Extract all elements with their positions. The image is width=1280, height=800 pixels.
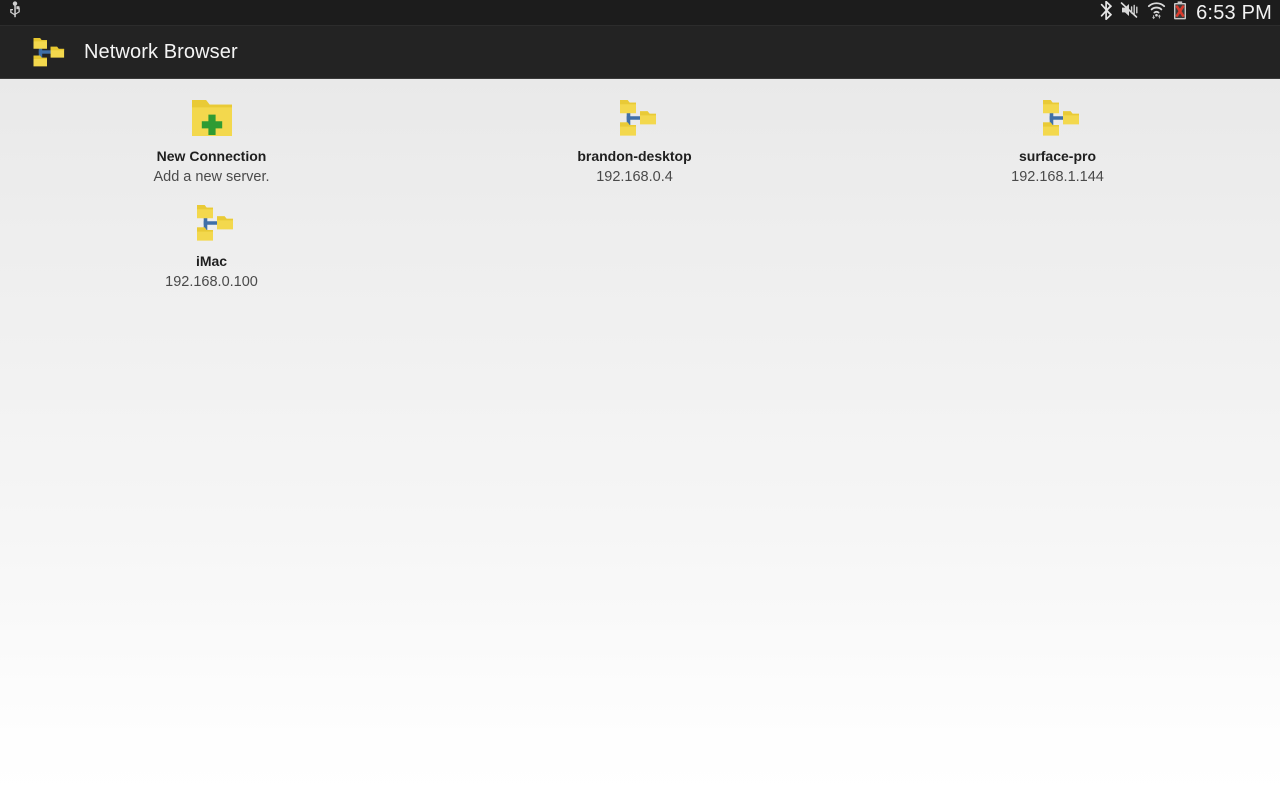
tile-imac[interactable]: iMac 192.168.0.100	[0, 192, 423, 297]
action-bar: Network Browser	[0, 26, 1280, 79]
battery-unknown-icon	[1173, 0, 1187, 25]
tile-subtitle: Add a new server.	[153, 169, 270, 185]
volume-mute-vibrate-icon	[1120, 1, 1140, 24]
tile-title: surface-pro	[1018, 148, 1097, 164]
server-grid: New Connection Add a new server. brandon…	[0, 79, 1280, 297]
tile-subtitle: 192.168.0.4	[596, 169, 673, 185]
folder-plus-icon	[186, 90, 238, 142]
status-bar-clock: 6:53 PM	[1196, 1, 1272, 24]
network-folders-icon	[1032, 90, 1084, 142]
tile-brandon-desktop[interactable]: brandon-desktop 192.168.0.4	[423, 87, 846, 192]
status-bar-right-icons: 6:53 PM	[1100, 0, 1280, 26]
tile-title: New Connection	[156, 148, 267, 164]
network-browser-app: 6:53 PM Network Browser New Connection A…	[0, 0, 1280, 800]
bluetooth-icon	[1100, 0, 1113, 25]
tile-title: brandon-desktop	[577, 148, 692, 164]
tile-subtitle: 192.168.0.100	[165, 274, 258, 290]
content-area: New Connection Add a new server. brandon…	[0, 79, 1280, 800]
status-bar-left-icons	[0, 1, 23, 24]
page-title: Network Browser	[84, 40, 238, 63]
tile-subtitle: 192.168.1.144	[1011, 169, 1104, 185]
tile-surface-pro[interactable]: surface-pro 192.168.1.144	[846, 87, 1269, 192]
usb-icon	[7, 1, 23, 24]
network-folders-icon	[609, 90, 661, 142]
status-bar: 6:53 PM	[0, 0, 1280, 26]
tile-new-connection[interactable]: New Connection Add a new server.	[0, 87, 423, 192]
wifi-icon	[1147, 1, 1166, 25]
tile-title: iMac	[195, 253, 228, 269]
network-folders-icon[interactable]	[26, 30, 70, 74]
network-folders-icon	[186, 195, 238, 247]
